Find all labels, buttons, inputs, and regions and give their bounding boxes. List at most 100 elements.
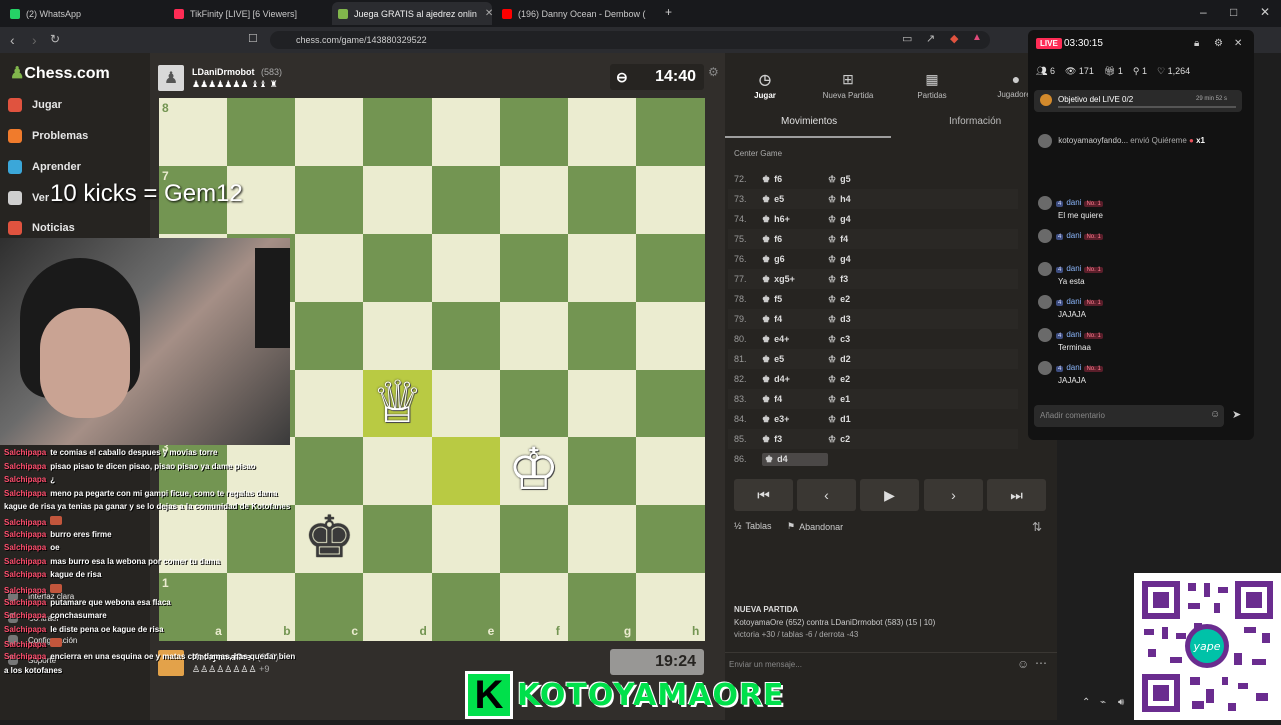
- square-c5[interactable]: [295, 301, 365, 370]
- reload-icon[interactable]: ↻: [50, 32, 60, 46]
- tab-movimientos[interactable]: Movimientos: [781, 116, 837, 127]
- browser-tab-chess[interactable]: Juega GRATIS al ajedrez onlin ✕: [332, 2, 492, 25]
- black-move[interactable]: ♔ d1: [828, 414, 888, 425]
- resign-button[interactable]: ⚑ Abandonar: [787, 521, 843, 532]
- square-h8[interactable]: [635, 98, 705, 166]
- chess-logo[interactable]: ♟Chess.com: [10, 63, 110, 83]
- previous-move-button[interactable]: ‹: [797, 479, 856, 511]
- white-move[interactable]: ♚ f4: [762, 394, 828, 405]
- live-comment[interactable]: 4 dani No. 1: [1038, 262, 1103, 276]
- tab-partidas[interactable]: ▦ Partidas: [899, 71, 965, 100]
- play-moves-button[interactable]: ▶: [860, 479, 919, 511]
- emoji-icon[interactable]: ☺: [1017, 657, 1029, 671]
- lock-icon[interactable]: 🔒︎: [1194, 38, 1199, 49]
- brave-shield-icon[interactable]: ◆: [950, 32, 958, 45]
- forward-icon[interactable]: ›: [32, 32, 37, 48]
- square-d8[interactable]: [363, 98, 433, 166]
- white-move[interactable]: ♚ f5: [762, 294, 828, 305]
- black-move[interactable]: ♔ c3: [828, 334, 888, 345]
- square-g4[interactable]: [567, 369, 637, 438]
- new-game-players[interactable]: KotoyamaOre (652) contra LDaniDrmobot (5…: [734, 618, 935, 627]
- send-icon[interactable]: ➤: [1232, 408, 1241, 421]
- square-d2[interactable]: [363, 505, 433, 574]
- square-c7[interactable]: [295, 165, 365, 234]
- square-g3[interactable]: [567, 437, 637, 506]
- white-move[interactable]: ♚ e4+: [762, 334, 828, 345]
- volume-icon[interactable]: 🔊︎: [1118, 697, 1124, 708]
- black-move[interactable]: ♔ e2: [828, 374, 888, 385]
- opening-name[interactable]: Center Game: [734, 149, 782, 158]
- square-c4[interactable]: [295, 369, 365, 438]
- sidebar-item-noticias[interactable]: Noticias: [8, 221, 75, 235]
- square-g8[interactable]: [567, 98, 637, 166]
- sidebar-item-aprender[interactable]: Aprender: [8, 160, 81, 174]
- gear-icon[interactable]: ⚙: [1214, 38, 1223, 49]
- tab-nueva-partida[interactable]: ⊞ Nueva Partida: [815, 71, 881, 100]
- square-f4[interactable]: [499, 369, 569, 438]
- white-move[interactable]: ♚ f3: [762, 434, 828, 445]
- live-comment[interactable]: 4 dani No. 1: [1038, 229, 1103, 243]
- square-h6[interactable]: [635, 233, 705, 302]
- close-tab-icon[interactable]: ✕: [485, 8, 492, 19]
- top-player-name[interactable]: LDaniDrmobot: [192, 67, 255, 77]
- square-b8[interactable]: [227, 98, 297, 166]
- black-move[interactable]: ♔ c2: [828, 434, 888, 445]
- white-move[interactable]: ♚ d4: [762, 452, 828, 466]
- square-h7[interactable]: [635, 165, 705, 234]
- black-move[interactable]: ♔ g5: [828, 174, 888, 185]
- comment-user[interactable]: dani: [1066, 198, 1081, 207]
- square-e3[interactable]: [431, 437, 501, 506]
- square-b2[interactable]: [227, 505, 297, 574]
- board-settings-icon[interactable]: ⚙: [708, 65, 719, 79]
- live-comment[interactable]: 4 dani No. 1: [1038, 196, 1103, 210]
- url-field[interactable]: chess.com/game/143880329522: [270, 31, 990, 49]
- rewards-icon[interactable]: ▲: [972, 32, 982, 43]
- new-tab-icon[interactable]: +: [665, 5, 672, 19]
- last-move-button[interactable]: ⏭: [987, 479, 1046, 511]
- square-e6[interactable]: [431, 233, 501, 302]
- bookmark-icon[interactable]: ☐: [248, 32, 258, 45]
- white-move[interactable]: ♚ f6: [762, 234, 828, 245]
- back-icon[interactable]: ‹: [10, 32, 15, 48]
- black-move[interactable]: ♔ g4: [828, 214, 888, 225]
- square-d7[interactable]: [363, 165, 433, 234]
- square-g6[interactable]: [567, 233, 637, 302]
- square-d6[interactable]: [363, 233, 433, 302]
- white-move[interactable]: ♚ e3+: [762, 414, 828, 425]
- square-g7[interactable]: [567, 165, 637, 234]
- comment-user[interactable]: dani: [1066, 330, 1081, 339]
- square-f8[interactable]: [499, 98, 569, 166]
- black-move[interactable]: ♔ d2: [828, 354, 888, 365]
- comment-user[interactable]: dani: [1066, 231, 1081, 240]
- square-c8[interactable]: [295, 98, 365, 166]
- browser-tab-youtube[interactable]: (196) Danny Ocean - Dembow (: [496, 2, 656, 25]
- emoji-icon[interactable]: ☺: [1210, 409, 1220, 420]
- square-d5[interactable]: [363, 301, 433, 370]
- square-d3[interactable]: [363, 437, 433, 506]
- comment-user[interactable]: dani: [1066, 264, 1081, 273]
- network-icon[interactable]: ⌁: [1100, 697, 1106, 708]
- square-g2[interactable]: [567, 505, 637, 574]
- square-e4[interactable]: [431, 369, 501, 438]
- sidebar-item-problemas[interactable]: Problemas: [8, 129, 88, 143]
- square-a8[interactable]: [159, 98, 228, 166]
- black-move[interactable]: ♔ f3: [828, 274, 888, 285]
- black-king-piece[interactable]: ♚: [295, 509, 363, 567]
- first-move-button[interactable]: ⏮: [734, 479, 793, 511]
- square-h5[interactable]: [635, 301, 705, 370]
- draw-button[interactable]: ½ Tablas: [734, 521, 772, 531]
- square-f7[interactable]: [499, 165, 569, 234]
- white-move[interactable]: ♚ f6: [762, 174, 828, 185]
- square-h2[interactable]: [635, 505, 705, 574]
- square-e5[interactable]: [431, 301, 501, 370]
- comment-user[interactable]: dani: [1066, 297, 1081, 306]
- white-move[interactable]: ♚ g6: [762, 254, 828, 265]
- white-move[interactable]: ♚ e5: [762, 354, 828, 365]
- white-king-piece[interactable]: ♔: [500, 441, 568, 499]
- square-h3[interactable]: [635, 437, 705, 506]
- next-move-button[interactable]: ›: [924, 479, 983, 511]
- tab-jugar[interactable]: ◷ Jugar: [732, 71, 798, 100]
- close-window-icon[interactable]: ✕: [1260, 5, 1270, 19]
- square-e7[interactable]: [431, 165, 501, 234]
- white-move[interactable]: ♚ xg5+: [762, 274, 828, 285]
